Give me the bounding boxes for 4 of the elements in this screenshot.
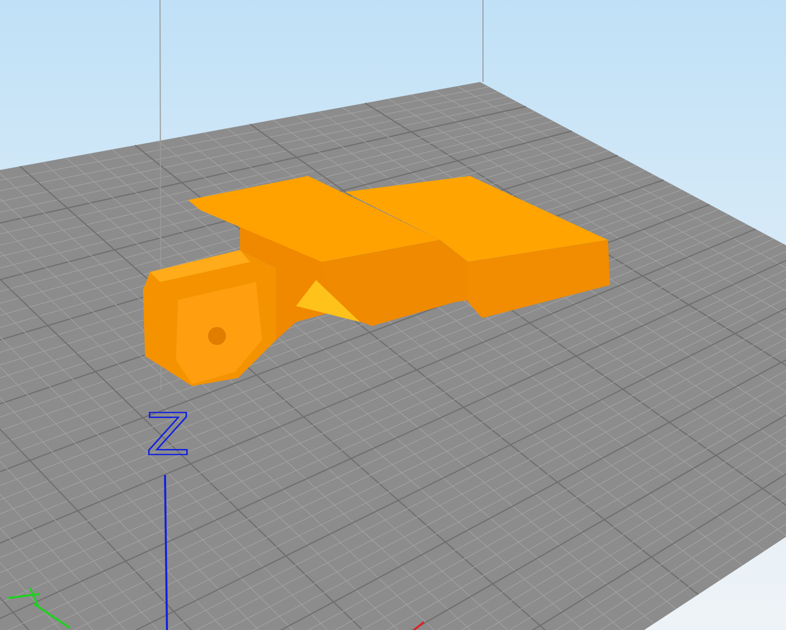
y-axis-drawing [8,588,71,629]
3d-viewport[interactable]: Z [0,0,786,630]
z-axis-label: Z [146,402,190,469]
x-axis-line [413,621,425,630]
